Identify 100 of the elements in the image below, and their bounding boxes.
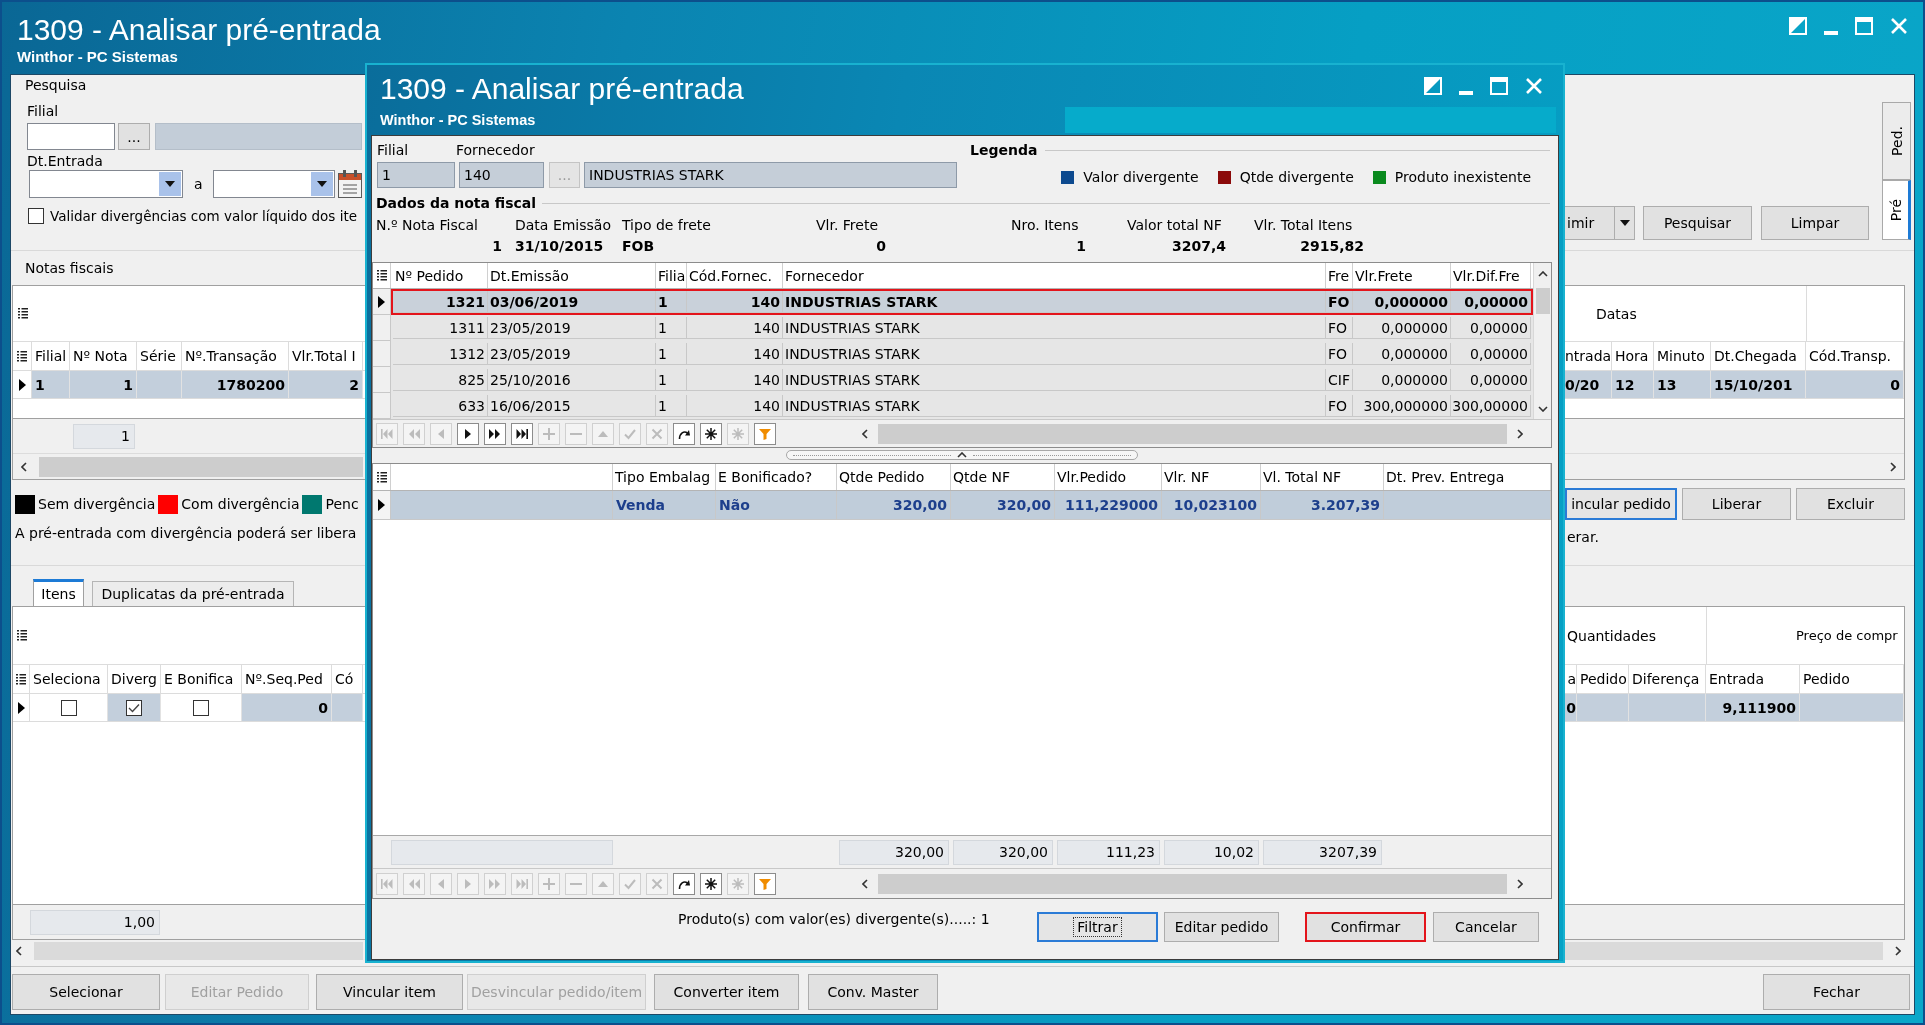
- table-cell: 0: [1806, 371, 1904, 398]
- side-tab[interactable]: Pré: [1882, 180, 1911, 240]
- chevron-up-icon[interactable]: [1537, 271, 1548, 277]
- splitter-handle[interactable]: [786, 450, 1138, 460]
- navigator-button[interactable]: [511, 422, 533, 445]
- tab[interactable]: Duplicatas da pré-entrada: [92, 581, 294, 606]
- date-field[interactable]: [212, 170, 335, 198]
- column-header: Minuto: [1654, 342, 1711, 370]
- column-list-icon[interactable]: [376, 471, 387, 483]
- table-row[interactable]: 0 9,111900: [1565, 694, 1904, 721]
- dialog-button[interactable]: Confirmar: [1305, 912, 1426, 942]
- chevron-right-icon[interactable]: [1517, 878, 1523, 889]
- table-row[interactable]: 825 25/10/2016 1 140 INDUSTRIAS STARK CIF 0,000000 0,00000: [391, 367, 1533, 393]
- band-header: Datas: [1596, 304, 1637, 323]
- navigator-button[interactable]: [700, 872, 722, 895]
- action-button[interactable]: Liberar: [1682, 488, 1791, 520]
- table-cell: 16/06/2015: [488, 395, 656, 417]
- chevron-up-icon[interactable]: [957, 452, 967, 458]
- close-icon[interactable]: [1890, 17, 1908, 35]
- table-cell: 15/10/201: [1711, 371, 1806, 398]
- dialog-button[interactable]: Filtrar: [1037, 912, 1158, 942]
- input-field[interactable]: 140: [459, 162, 544, 188]
- dropdown-button[interactable]: [159, 172, 181, 196]
- maximize-icon[interactable]: [1855, 17, 1873, 35]
- close-icon[interactable]: [1525, 77, 1543, 95]
- navigator-button[interactable]: [700, 422, 722, 445]
- checkbox[interactable]: [126, 699, 142, 716]
- action-button[interactable]: Excluir: [1796, 488, 1905, 520]
- table-cell: FO: [1326, 317, 1353, 339]
- table-cell: 140: [687, 317, 783, 339]
- chevron-right-icon[interactable]: [1890, 461, 1896, 472]
- checkbox[interactable]: [28, 208, 44, 224]
- scrollbar-thumb[interactable]: [1535, 288, 1550, 314]
- navigator-button[interactable]: [673, 422, 695, 445]
- date-field[interactable]: [29, 170, 183, 198]
- table-cell: 10,023100: [1162, 491, 1261, 520]
- input-field[interactable]: INDUSTRIAS STARK: [584, 162, 957, 188]
- chevron-right-icon[interactable]: [1517, 428, 1523, 439]
- toolbar-button[interactable]: Limpar: [1761, 206, 1869, 240]
- column-list-icon[interactable]: [17, 308, 28, 319]
- input-field[interactable]: 1: [377, 162, 455, 188]
- toolbar-button[interactable]: Pesquisar: [1643, 206, 1752, 240]
- chevron-left-icon[interactable]: [862, 878, 868, 889]
- checkbox[interactable]: [60, 699, 77, 716]
- table-row[interactable]: 1311 23/05/2019 1 140 INDUSTRIAS STARK FO 0,000000 0,00000: [391, 315, 1533, 341]
- scrollbar-thumb[interactable]: [878, 423, 1507, 444]
- row-pointer-icon: [18, 378, 26, 391]
- calendar-icon[interactable]: [337, 170, 362, 198]
- dropdown-button[interactable]: [310, 172, 333, 196]
- chevron-right-icon[interactable]: [1895, 946, 1901, 956]
- scrollbar-thumb[interactable]: [39, 456, 363, 477]
- chevron-down-icon[interactable]: [1537, 406, 1548, 412]
- maximize-icon[interactable]: [1490, 77, 1508, 95]
- input-field[interactable]: [27, 123, 115, 150]
- half-filled-square-icon[interactable]: [1424, 77, 1442, 95]
- tab[interactable]: Itens: [33, 579, 84, 606]
- chevron-left-icon[interactable]: [16, 946, 22, 956]
- table-row[interactable]: 1312 23/05/2019 1 140 INDUSTRIAS STARK FO 0,000000 0,00000: [391, 341, 1533, 367]
- info-message: A pré-entrada com divergência poderá ser libera: [15, 525, 357, 542]
- table-cell: INDUSTRIAS STARK: [783, 395, 1326, 417]
- column-list-icon[interactable]: [16, 673, 26, 685]
- column-header: Có: [332, 665, 363, 693]
- action-button[interactable]: incular pedido: [1565, 488, 1677, 520]
- table-cell: 320,00: [837, 491, 951, 520]
- dialog-button[interactable]: Cancelar: [1433, 912, 1539, 942]
- dialog-button[interactable]: Editar pedido: [1164, 912, 1279, 942]
- table-row[interactable]: 0/20 12 13 15/10/201 0: [1565, 371, 1904, 398]
- dropdown-button[interactable]: [1615, 206, 1635, 240]
- action-button[interactable]: Selecionar: [12, 974, 160, 1010]
- chevron-left-icon[interactable]: [21, 461, 27, 472]
- action-button[interactable]: Vincular item: [316, 974, 463, 1010]
- asterisk-icon: [705, 427, 717, 440]
- column-header: Qtde NF: [951, 464, 1055, 490]
- column-header: Vlr.Total I: [289, 342, 363, 370]
- action-button[interactable]: Conv. Master: [808, 974, 938, 1010]
- table-row[interactable]: 0: [30, 694, 363, 721]
- skip-start-icon: [381, 427, 393, 440]
- close-button[interactable]: Fechar: [1763, 974, 1910, 1010]
- chevron-left-icon[interactable]: [862, 428, 868, 439]
- navigator-button[interactable]: [457, 422, 479, 445]
- table-row[interactable]: 633 16/06/2015 1 140 INDUSTRIAS STARK FO 300,000000 300,00000: [391, 393, 1533, 419]
- column-list-icon[interactable]: [376, 270, 387, 281]
- side-tab[interactable]: Ped.: [1882, 102, 1911, 180]
- scrollbar-thumb[interactable]: [1565, 942, 1883, 960]
- column-list-icon[interactable]: [17, 350, 27, 362]
- table-row[interactable]: 1321 03/06/2019 1 140 INDUSTRIAS STARK FO 0,000000 0,00000: [391, 289, 1533, 315]
- action-button[interactable]: Converter item: [654, 974, 799, 1010]
- table-row[interactable]: 1 1 1780200 2: [32, 371, 363, 398]
- column-list-icon[interactable]: [16, 630, 27, 641]
- scrollbar-thumb[interactable]: [878, 873, 1507, 894]
- row-pointer-icon: [378, 499, 385, 511]
- section-title: Legenda: [970, 141, 1038, 159]
- navigator-button[interactable]: [484, 422, 506, 445]
- table-row[interactable]: Venda Não 320,00 320,00 111,229000 10,023100 3.207,39: [391, 491, 1551, 520]
- field-value: 0: [876, 237, 886, 255]
- split-button[interactable]: imir: [1563, 206, 1615, 240]
- navigator-button[interactable]: [673, 872, 695, 895]
- browse-button[interactable]: ...: [118, 123, 150, 150]
- half-filled-square-icon[interactable]: [1789, 17, 1807, 35]
- checkbox[interactable]: [193, 699, 209, 716]
